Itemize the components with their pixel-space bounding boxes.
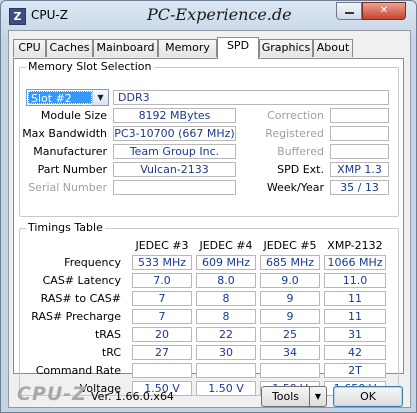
tab-mainboard[interactable]: Mainboard	[93, 39, 158, 57]
manufacturer-label: Manufacturer	[33, 145, 107, 158]
row-label-frequency: Frequency	[64, 256, 121, 269]
timing-cell: 2T	[324, 363, 386, 378]
timing-cell: 27	[132, 345, 192, 360]
title-bar[interactable]: Z CPU-Z PC-Experience.de ✕	[1, 1, 416, 29]
row-label-ras-to-cas: RAS# to CAS#	[40, 292, 121, 305]
timings-table-group: Timings Table JEDEC #3 JEDEC #4 JEDEC #5…	[19, 221, 399, 396]
tab-about[interactable]: About	[313, 39, 353, 57]
part-number-value: Vulcan-2133	[113, 162, 236, 177]
buffered-label: Buffered	[277, 145, 324, 158]
row-label-ras-precharge: RAS# Precharge	[31, 310, 121, 323]
part-number-label: Part Number	[37, 163, 107, 176]
timing-cell: 9	[260, 291, 320, 306]
timing-cell: 7.0	[132, 273, 192, 288]
timing-cell: 25	[260, 327, 320, 342]
minimize-icon	[344, 12, 354, 14]
column-header: XMP-2132	[327, 239, 383, 252]
module-size-value: 8192 MBytes	[113, 108, 236, 123]
timing-cell: 11	[324, 291, 386, 306]
buffered-value	[330, 144, 389, 159]
minimize-button[interactable]	[336, 2, 362, 20]
timing-cell: 7	[132, 291, 192, 306]
manufacturer-value: Team Group Inc.	[113, 144, 236, 159]
timing-cell	[196, 363, 256, 378]
cpuz-app-icon[interactable]: Z	[9, 8, 26, 25]
timing-cell: 533 MHz	[132, 255, 192, 270]
spd-ext-value: XMP 1.3	[330, 162, 389, 177]
timing-cell: 30	[196, 345, 256, 360]
timing-cell	[260, 363, 320, 378]
week-year-label: Week/Year	[266, 181, 324, 194]
serial-number-label: Serial Number	[28, 181, 107, 194]
timing-cell: 31	[324, 327, 386, 342]
row-label-tras: tRAS	[94, 328, 121, 341]
timing-cell	[132, 363, 192, 378]
timing-cell: 8.0	[196, 273, 256, 288]
module-size-label: Module Size	[40, 109, 107, 122]
timing-cell: 8	[196, 309, 256, 324]
row-label-cas-latency: CAS# Latency	[42, 274, 121, 287]
window-title: CPU-Z	[31, 8, 68, 22]
column-header: JEDEC #5	[263, 239, 317, 252]
registered-value	[330, 126, 389, 141]
timing-cell: 22	[196, 327, 256, 342]
max-bandwidth-label: Max Bandwidth	[22, 127, 107, 140]
column-header: JEDEC #3	[135, 239, 189, 252]
week-year-value: 35 / 13	[330, 180, 389, 195]
timing-cell: 34	[260, 345, 320, 360]
spd-ext-label: SPD Ext.	[277, 163, 324, 176]
timings-table-title: Timings Table	[26, 221, 105, 234]
spd-panel: Memory Slot Selection Slot #2 ▼ DDR3 Mod…	[13, 58, 404, 396]
timing-cell: 11	[324, 309, 386, 324]
memory-slot-group: Memory Slot Selection Slot #2 ▼ DDR3 Mod…	[19, 60, 399, 217]
tab-spd[interactable]: SPD	[217, 37, 259, 59]
timing-cell: 11.0	[324, 273, 386, 288]
correction-label: Correction	[267, 109, 324, 122]
max-bandwidth-value: PC3-10700 (667 MHz)	[113, 126, 236, 141]
tools-dropdown-arrow-icon[interactable]: ▼	[309, 386, 327, 407]
timing-cell: 9.0	[260, 273, 320, 288]
client-area: CPU Caches Mainboard Memory SPD Graphics…	[8, 30, 411, 408]
cpuz-window: Z CPU-Z PC-Experience.de ✕ CPU Caches Ma…	[0, 0, 417, 413]
cpuz-logo: CPU-Z	[17, 383, 87, 405]
row-label-command-rate: Command Rate	[35, 364, 121, 377]
timing-cell: 8	[196, 291, 256, 306]
watermark-text: PC-Experience.de	[147, 5, 292, 24]
column-header: JEDEC #4	[199, 239, 253, 252]
timing-cell: 20	[132, 327, 192, 342]
slot-dropdown-value: Slot #2	[28, 91, 92, 105]
tab-cpu[interactable]: CPU	[13, 39, 46, 57]
timing-cell: 1066 MHz	[324, 255, 386, 270]
tab-caches[interactable]: Caches	[46, 39, 93, 57]
timing-cell: 9	[260, 309, 320, 324]
serial-number-value	[113, 180, 236, 195]
tab-memory[interactable]: Memory	[158, 39, 217, 57]
timing-cell: 42	[324, 345, 386, 360]
timing-cell: 7	[132, 309, 192, 324]
slot-dropdown[interactable]: Slot #2 ▼	[26, 89, 109, 106]
chevron-down-icon[interactable]: ▼	[92, 90, 108, 105]
correction-value	[330, 108, 389, 123]
version-text: Ver. 1.66.0.x64	[91, 390, 174, 403]
memory-type-value: DDR3	[113, 90, 389, 105]
row-label-trc: tRC	[101, 346, 121, 359]
tab-graphics[interactable]: Graphics	[259, 39, 313, 57]
timing-cell: 685 MHz	[260, 255, 320, 270]
memory-slot-group-title: Memory Slot Selection	[26, 60, 154, 73]
timing-cell: 609 MHz	[196, 255, 256, 270]
ok-button[interactable]: OK	[333, 386, 403, 407]
close-button[interactable]: ✕	[362, 2, 406, 20]
registered-label: Registered	[265, 127, 324, 140]
timing-cell: 1.50 V	[196, 381, 256, 396]
tools-button[interactable]: Tools	[261, 386, 310, 407]
